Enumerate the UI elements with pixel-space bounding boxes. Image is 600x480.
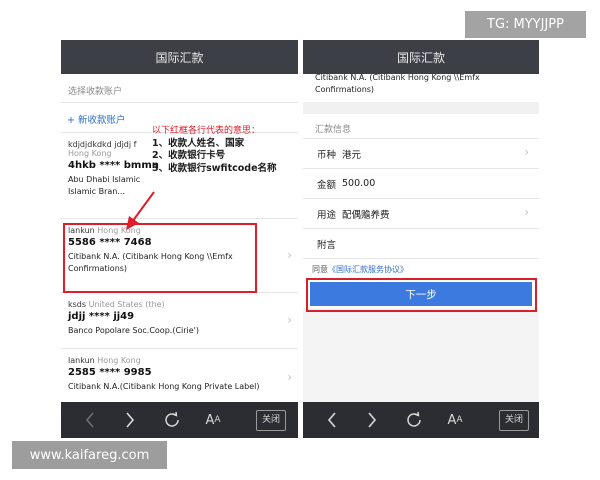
browser-toolbar: AA 关闭 bbox=[303, 402, 539, 438]
right-phone-screen: 国际汇款 Citibank N.A. (Citibank Hong Kong \… bbox=[303, 40, 539, 438]
purpose-value: 配偶赡养费 bbox=[342, 209, 390, 221]
divider bbox=[61, 102, 298, 103]
purpose-row[interactable]: 用途 配偶赡养费 › bbox=[303, 199, 539, 228]
account-country: Hong Kong bbox=[97, 356, 141, 365]
chevron-right-icon: › bbox=[287, 313, 292, 327]
purpose-label: 用途 bbox=[317, 209, 337, 221]
annotation-line: 3、收款银行swfitcode名称 bbox=[152, 162, 277, 174]
watermark-tg: TG: MYYJJPP bbox=[465, 11, 586, 38]
account-country: Hong Kong bbox=[68, 149, 112, 158]
agreement-prefix: 同意 bbox=[312, 265, 328, 274]
select-account-label: 选择收款账户 bbox=[68, 87, 123, 97]
chevron-right-icon: › bbox=[524, 145, 529, 159]
divider bbox=[303, 102, 539, 114]
annotation-arrow-icon bbox=[126, 191, 155, 230]
font-size-icon[interactable]: AA bbox=[201, 402, 225, 438]
account-item[interactable]: lankun Hong Kong 2585 **** 9985 Citibank… bbox=[68, 356, 282, 393]
browser-toolbar: AA 关闭 bbox=[61, 402, 298, 438]
remark-label: 附言 bbox=[317, 239, 337, 251]
account-item[interactable]: ksds United States (the) jdjj **** jj49 … bbox=[68, 300, 282, 337]
divider bbox=[61, 348, 298, 349]
divider bbox=[303, 258, 539, 259]
annotation-heading: 以下红框各行代表的意思： bbox=[152, 126, 261, 136]
account-number: jdjj **** jj49 bbox=[68, 311, 135, 322]
chevron-right-icon: › bbox=[524, 205, 529, 219]
back-icon[interactable] bbox=[321, 402, 343, 438]
close-button[interactable]: 关闭 bbox=[256, 410, 287, 431]
divider bbox=[61, 218, 298, 219]
forward-icon[interactable] bbox=[119, 402, 141, 438]
chevron-right-icon: › bbox=[287, 248, 292, 262]
account-bank: Banco Popolare Soc.Coop.(Cirie') bbox=[68, 326, 199, 335]
amount-label: 金额 bbox=[317, 179, 337, 191]
close-button[interactable]: 关闭 bbox=[499, 410, 530, 431]
amount-value[interactable]: 500.00 bbox=[342, 178, 375, 189]
currency-value: 港元 bbox=[342, 149, 362, 161]
account-holder: lankun bbox=[68, 356, 95, 365]
annotation: 以下红框各行代表的意思： 1、收款人姓名、国家 2、收款银行卡号 3、收款银行s… bbox=[152, 125, 292, 175]
account-holder: ksds bbox=[68, 300, 87, 309]
add-account-link[interactable]: + 新收款账户 bbox=[67, 112, 125, 126]
account-bank: Citibank N.A. (Citibank Hong Kong \\Emfx… bbox=[315, 73, 480, 94]
watermark-site: www.kaifareg.com bbox=[12, 441, 167, 469]
highlight-box bbox=[63, 223, 257, 293]
account-number: 2585 **** 9985 bbox=[68, 367, 152, 378]
agreement-link[interactable]: 《国际汇款服务协议》 bbox=[328, 265, 408, 274]
page-title: 国际汇款 bbox=[61, 40, 298, 74]
account-country: United States (the) bbox=[88, 300, 165, 309]
currency-label: 币种 bbox=[317, 149, 337, 161]
amount-row[interactable]: 金额 500.00 bbox=[303, 169, 539, 198]
remittance-info-label: 汇款信息 bbox=[315, 125, 352, 135]
back-icon[interactable] bbox=[79, 402, 101, 438]
annotation-line: 1、收款人姓名、国家 bbox=[152, 137, 245, 149]
chevron-right-icon: › bbox=[287, 370, 292, 384]
annotation-line: 2、收款银行卡号 bbox=[152, 150, 226, 161]
account-bank: Citibank N.A.(Citibank Hong Kong Private… bbox=[68, 382, 260, 391]
refresh-icon[interactable] bbox=[403, 402, 425, 438]
agreement-text: 同意《国际汇款服务协议》 bbox=[312, 264, 408, 275]
forward-icon[interactable] bbox=[361, 402, 383, 438]
page-title: 国际汇款 bbox=[303, 40, 539, 74]
currency-row[interactable]: 币种 港元 › bbox=[303, 139, 539, 168]
refresh-icon[interactable] bbox=[161, 402, 183, 438]
remark-row[interactable]: 附言 bbox=[303, 229, 539, 258]
font-size-icon[interactable]: AA bbox=[443, 402, 467, 438]
blank-area bbox=[303, 308, 539, 402]
next-step-button[interactable]: 下一步 bbox=[310, 282, 532, 306]
